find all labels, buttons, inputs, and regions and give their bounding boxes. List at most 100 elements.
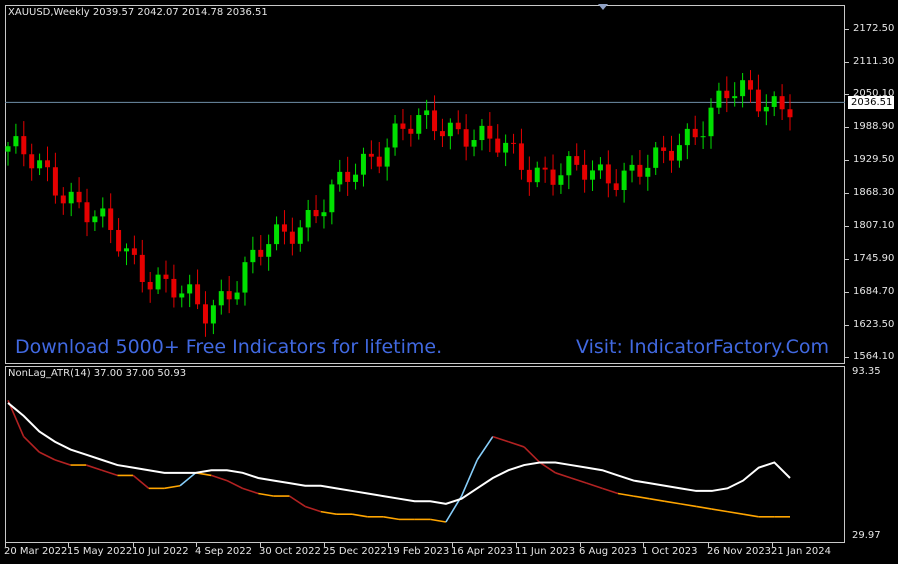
candle-body	[44, 160, 50, 168]
candle-body	[700, 136, 706, 138]
price-axis-tick	[845, 325, 849, 326]
candle-body	[21, 136, 27, 155]
atr-segment	[508, 441, 525, 448]
candle-body	[669, 150, 675, 161]
candle-body	[187, 284, 193, 294]
candle-body	[218, 291, 224, 306]
candle-body	[92, 216, 98, 223]
atr-segment	[211, 474, 228, 482]
candle-body	[258, 249, 264, 257]
candle-body	[171, 278, 177, 298]
indicator-axis-bottom: 29.97	[852, 530, 881, 541]
atr-segment	[696, 505, 712, 510]
atr-segment	[570, 477, 587, 484]
candle-body	[234, 292, 240, 300]
price-axis-tick	[845, 193, 849, 194]
candle-body	[60, 195, 66, 204]
time-axis-label: 11 Jun 2023	[515, 546, 576, 557]
candle-body	[100, 208, 106, 217]
candle-body	[676, 145, 682, 161]
atr-segment	[476, 436, 494, 461]
candle-body	[202, 304, 208, 324]
candle-body	[526, 169, 532, 183]
candle-body	[392, 123, 398, 148]
candle-body	[779, 96, 785, 110]
price-axis-label: 1684.70	[853, 286, 895, 297]
candle-body	[692, 128, 698, 138]
candle-body	[787, 109, 793, 118]
candle-body	[274, 224, 280, 245]
shift-marker-icon[interactable]	[598, 4, 608, 10]
candle-body	[716, 90, 722, 108]
candle-body	[416, 115, 422, 134]
candle-body	[250, 249, 256, 263]
atr-segment	[351, 513, 368, 518]
atr-segment	[101, 469, 118, 477]
candle-body	[447, 122, 453, 137]
atr-segment	[617, 492, 634, 497]
candle-body	[210, 305, 216, 324]
candle-body	[755, 89, 761, 112]
price-axis-label: 1988.90	[853, 121, 895, 132]
candle-body	[613, 183, 619, 191]
candle-body	[771, 96, 777, 107]
candle-body	[653, 147, 659, 168]
atr-segment	[649, 497, 666, 503]
atr-segment	[226, 479, 243, 490]
candle-body	[708, 107, 714, 137]
candle-body	[266, 244, 272, 257]
candle-body	[684, 128, 690, 146]
candle-body	[76, 191, 82, 203]
price-axis-tick	[845, 357, 849, 358]
candle-body	[123, 248, 129, 252]
time-axis-label: 4 Sep 2022	[195, 546, 253, 557]
candle-body	[558, 175, 564, 185]
atr-segment	[492, 435, 509, 443]
atr-segment	[586, 482, 603, 490]
candle-body	[116, 229, 122, 252]
candle-body	[147, 281, 153, 290]
candle-body	[289, 231, 295, 244]
price-axis-label: 1868.30	[853, 187, 895, 198]
price-axis-label: 1745.90	[853, 253, 895, 264]
atr-segment	[132, 474, 150, 489]
atr-segment	[85, 464, 103, 471]
atr-segment	[383, 516, 400, 521]
candle-body	[242, 262, 248, 293]
candle-body	[605, 164, 611, 184]
candle-body	[52, 167, 58, 196]
candle-body	[724, 90, 730, 99]
price-axis-label: 2172.50	[853, 23, 895, 34]
atr-segment	[164, 484, 181, 490]
atr-segment	[258, 492, 275, 497]
promo-right-text: Visit: IndicatorFactory.Com	[576, 336, 830, 358]
candle-body	[353, 174, 359, 182]
candle-body	[534, 167, 540, 183]
atr-segment	[54, 459, 71, 466]
price-axis-tick	[845, 226, 849, 227]
candle-body	[84, 202, 90, 223]
atr-segment	[711, 508, 728, 513]
candle-body	[179, 293, 185, 298]
candle-body	[297, 227, 303, 244]
candle-body	[163, 274, 169, 279]
atr-segment	[304, 505, 322, 513]
candle-body	[621, 170, 627, 191]
candle-body	[376, 156, 382, 167]
candle-body	[487, 125, 493, 139]
time-axis-label: 26 Nov 2023	[707, 546, 772, 557]
candle-body	[463, 129, 469, 147]
candle-body	[37, 160, 43, 169]
candle-body	[155, 274, 161, 290]
time-axis-label: 20 Mar 2022	[4, 546, 68, 557]
candle-body	[511, 142, 517, 144]
price-axis-tick	[845, 292, 849, 293]
time-axis-label: 10 Jul 2022	[132, 546, 189, 557]
price-chart-canvas	[5, 70, 845, 523]
atr-segment	[523, 446, 541, 464]
candle-body	[574, 156, 580, 165]
time-axis-label: 15 May 2022	[67, 546, 133, 557]
atr-segment	[320, 510, 337, 516]
candle-body	[732, 96, 738, 99]
time-axis-label: 30 Oct 2022	[259, 546, 321, 557]
